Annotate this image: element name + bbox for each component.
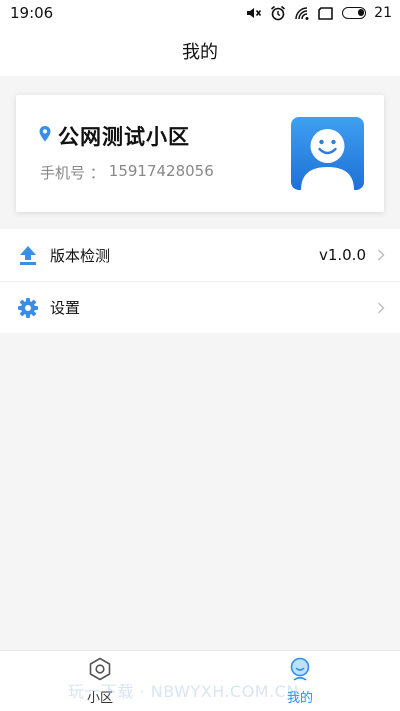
smile-user-icon — [288, 657, 312, 685]
wifi-icon — [294, 6, 310, 20]
phone-number: 15917428056 — [108, 162, 214, 180]
avatar[interactable] — [291, 117, 364, 190]
battery-icon — [342, 7, 367, 19]
menu-item-version-check[interactable]: 版本检测 v1.0.0 — [0, 229, 400, 281]
menu-item-label: 设置 — [50, 299, 81, 317]
status-bar: 19:06 21 — [0, 0, 400, 26]
phone-row: 手机号 ： 15917428056 — [40, 162, 214, 183]
community-row: 公网测试小区 — [38, 121, 190, 151]
tab-label: 我的 — [286, 690, 313, 706]
screen-icon — [318, 6, 334, 20]
chevron-right-icon — [376, 301, 386, 315]
community-name: 公网测试小区 — [58, 125, 190, 149]
settings-menu: 版本检测 v1.0.0 设置 — [0, 229, 400, 333]
version-value: v1.0.0 — [318, 246, 366, 264]
status-time: 19:06 — [10, 4, 54, 22]
profile-card[interactable]: 公网测试小区 手机号 ： 15917428056 — [16, 95, 384, 212]
gear-icon — [16, 296, 40, 320]
upload-arrow-icon — [16, 243, 40, 267]
chevron-right-icon — [376, 248, 386, 262]
battery-level: 21 — [374, 5, 392, 21]
smiley-avatar-icon — [301, 129, 354, 190]
mute-icon — [246, 6, 262, 20]
bottom-tab-bar: 小区 我的 — [0, 650, 400, 711]
tab-label: 小区 — [86, 690, 113, 706]
page-title: 我的 — [182, 42, 218, 63]
tab-community[interactable]: 小区 — [0, 651, 200, 711]
alarm-icon — [270, 5, 286, 21]
tab-mine[interactable]: 我的 — [200, 651, 400, 711]
menu-item-settings[interactable]: 设置 — [0, 281, 400, 333]
page-header: 我的 — [0, 26, 400, 76]
status-icons: 21 — [246, 5, 392, 21]
menu-item-label: 版本检测 — [50, 246, 111, 265]
phone-label: 手机号 ： — [40, 164, 105, 182]
hexagon-icon — [88, 657, 112, 685]
location-pin-icon — [38, 125, 52, 147]
